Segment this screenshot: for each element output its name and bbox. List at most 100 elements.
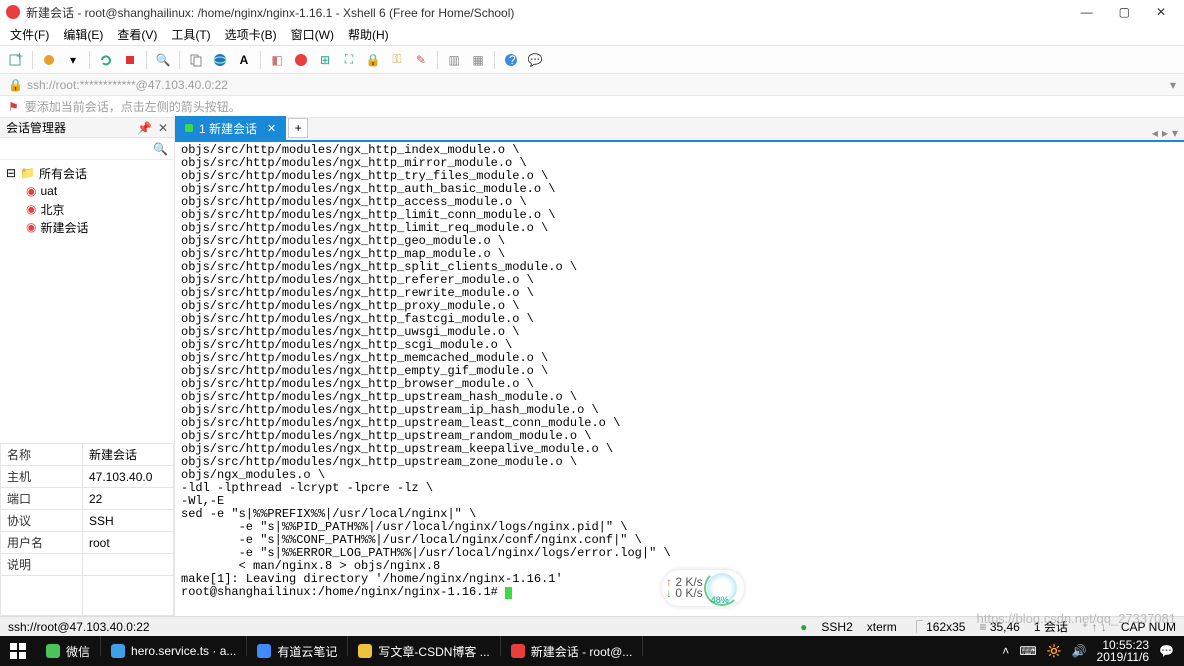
taskbar-item[interactable]: 微信 xyxy=(36,636,100,666)
address-dropdown-icon[interactable]: ▾ xyxy=(1170,78,1176,92)
menu-item[interactable]: 窗口(W) xyxy=(291,26,334,43)
tab-label: 1 新建会话 xyxy=(199,120,257,137)
xshell-icon xyxy=(511,644,525,658)
network-widget[interactable]: ↑ 2 K/s ↓ 0 K/s 48% xyxy=(662,570,744,606)
session-item[interactable]: ◉uat xyxy=(0,182,174,200)
menu-item[interactable]: 帮助(H) xyxy=(348,26,389,43)
fullscreen-icon[interactable]: ⛶ xyxy=(341,52,357,68)
taskbar-item[interactable]: hero.service.ts · a... xyxy=(101,636,246,666)
close-button[interactable]: ✕ xyxy=(1156,5,1166,19)
reconnect-icon[interactable] xyxy=(98,52,114,68)
prop-key: 端口 xyxy=(1,488,83,510)
tip-bar: ⚑ 要添加当前会话，点击左侧的箭头按钮。 xyxy=(0,96,1184,118)
grid-icon[interactable]: ⊞ xyxy=(317,52,333,68)
tree-root[interactable]: ⊟ 📁 所有会话 xyxy=(0,164,174,182)
taskbar-item[interactable]: 有道云笔记 xyxy=(247,636,347,666)
maximize-button[interactable]: ▢ xyxy=(1119,5,1130,19)
prop-value: root xyxy=(83,532,174,554)
folder-icon: 📁 xyxy=(20,166,35,180)
prop-key: 协议 xyxy=(1,510,83,532)
session-item[interactable]: ◉ 新建会话 xyxy=(0,218,174,236)
prop-key: 名称 xyxy=(1,444,83,466)
session-icon: ◉ xyxy=(26,202,36,216)
help-icon[interactable]: ? xyxy=(503,52,519,68)
menu-item[interactable]: 编辑(E) xyxy=(63,26,103,43)
menu-item[interactable]: 工具(T) xyxy=(171,26,210,43)
disconnect-icon[interactable] xyxy=(122,52,138,68)
session-icon: ◉ xyxy=(26,184,36,198)
session-item[interactable]: ◉北京 xyxy=(0,200,174,218)
taskbar-clock[interactable]: 10:55:23 2019/11/6 xyxy=(1097,639,1150,663)
tool-icon-2[interactable]: ▾ xyxy=(65,52,81,68)
prop-row: 端口22 xyxy=(1,488,174,510)
copy-icon[interactable] xyxy=(188,52,204,68)
tab-next-icon[interactable]: ▸ xyxy=(1162,126,1168,140)
taskbar-label: 写文章-CSDN博客 ... xyxy=(378,643,489,660)
palette-icon[interactable]: ◧ xyxy=(269,52,285,68)
tab-session-1[interactable]: 1 新建会话 ✕ xyxy=(175,116,286,140)
tip-text: 要添加当前会话，点击左侧的箭头按钮。 xyxy=(25,98,241,115)
wechat-icon xyxy=(46,644,60,658)
taskbar: 微信hero.service.ts · a...有道云笔记 写文章-CSDN博客 … xyxy=(0,636,1184,666)
layout-icon[interactable]: ▦ xyxy=(470,52,486,68)
connection-status-icon xyxy=(185,124,193,132)
address-bar[interactable]: 🔒 ssh://root:************@47.103.40.0:22… xyxy=(0,74,1184,96)
key-icon[interactable]: ⚿ xyxy=(389,52,405,68)
svg-text:?: ? xyxy=(509,53,516,67)
tray-vol-icon[interactable]: 🔊 xyxy=(1072,644,1087,658)
system-tray[interactable]: ˄ ⌨ 🔆 🔊 10:55:23 2019/11/6 💬 xyxy=(1002,639,1184,663)
tree-root-label: 所有会话 xyxy=(39,165,87,182)
terminal[interactable]: objs/src/http/modules/ngx_http_index_mod… xyxy=(175,142,1184,616)
tray-notification-icon[interactable]: 💬 xyxy=(1159,644,1174,658)
tool-icon-1[interactable] xyxy=(41,52,57,68)
tab-close-icon[interactable]: ✕ xyxy=(267,122,276,135)
toolbar: + ▾ 🔍 A ◧ ⊞ ⛶ 🔒 ⚿ ✎ ▥ ▦ ? 💬 xyxy=(0,46,1184,74)
add-tab-button[interactable]: + xyxy=(288,118,308,138)
menu-item[interactable]: 选项卡(B) xyxy=(225,26,277,43)
xshell-icon[interactable] xyxy=(293,52,309,68)
tray-up-icon[interactable]: ˄ xyxy=(1002,644,1009,658)
chat-icon[interactable]: 💬 xyxy=(527,52,543,68)
session-search[interactable]: 🔍 xyxy=(0,138,174,160)
globe-icon[interactable] xyxy=(212,52,228,68)
session-properties: 名称新建会话主机47.103.40.0端口22协议SSH用户名root说明 xyxy=(0,443,174,616)
taskbar-item[interactable]: 新建会话 - root@... xyxy=(501,636,643,666)
collapse-icon[interactable]: ⊟ xyxy=(6,166,16,180)
status-bar: ssh://root@47.103.40.0:22 ● SSH2 xterm ⎾… xyxy=(0,616,1184,636)
tab-prev-icon[interactable]: ◂ xyxy=(1152,126,1158,140)
lock-icon[interactable]: 🔒 xyxy=(365,52,381,68)
menu-item[interactable]: 文件(F) xyxy=(10,26,49,43)
menu-item[interactable]: 查看(V) xyxy=(117,26,157,43)
status-connection: ssh://root@47.103.40.0:22 xyxy=(8,620,150,634)
pin-icon[interactable]: 📌 xyxy=(137,121,152,135)
status-capnum: CAP NUM xyxy=(1121,620,1176,634)
session-tree: ⊟ 📁 所有会话 ◉uat◉北京◉新建会话 xyxy=(0,160,174,443)
prop-value: 47.103.40.0 xyxy=(83,466,174,488)
minimize-button[interactable]: — xyxy=(1081,5,1093,19)
tab-menu-icon[interactable]: ▾ xyxy=(1172,126,1178,140)
title-bar: 新建会话 - root@shanghailinux: /home/nginx/n… xyxy=(0,0,1184,24)
panel-close-icon[interactable]: ✕ xyxy=(158,121,168,135)
taskbar-item[interactable]: 写文章-CSDN博客 ... xyxy=(348,636,499,666)
font-icon[interactable]: A xyxy=(236,52,252,68)
window-title: 新建会话 - root@shanghailinux: /home/nginx/n… xyxy=(26,4,514,21)
status-sessions: 1 会话 xyxy=(1034,618,1068,635)
clock-date: 2019/11/6 xyxy=(1097,651,1150,663)
prop-value: 新建会话 xyxy=(83,444,174,466)
split-icon[interactable]: ▥ xyxy=(446,52,462,68)
tray-ime-icon[interactable]: ⌨ xyxy=(1019,644,1036,658)
prop-row: 名称新建会话 xyxy=(1,444,174,466)
status-arrows[interactable]: ⁺ ↑ ↓ xyxy=(1082,620,1107,634)
tabs-row: 1 新建会话 ✕ + ◂ ▸ ▾ xyxy=(175,118,1184,142)
session-icon: ◉ xyxy=(26,220,36,234)
tray-net-icon[interactable]: 🔆 xyxy=(1047,644,1062,658)
new-session-icon[interactable]: + xyxy=(8,52,24,68)
session-manager-panel: 会话管理器 📌 ✕ 🔍 ⊟ 📁 所有会话 ◉uat◉北京◉新建会话 名称新建会话… xyxy=(0,118,175,616)
search-icon[interactable]: 🔍 xyxy=(155,52,171,68)
menu-bar: 文件(F) 编辑(E) 查看(V) 工具(T) 选项卡(B) 窗口(W) 帮助(H) xyxy=(0,24,1184,46)
session-label: 新建会话 xyxy=(40,219,88,236)
edit-icon[interactable]: ✎ xyxy=(413,52,429,68)
start-button[interactable] xyxy=(0,636,36,666)
prop-key: 用户名 xyxy=(1,532,83,554)
prop-key: 主机 xyxy=(1,466,83,488)
